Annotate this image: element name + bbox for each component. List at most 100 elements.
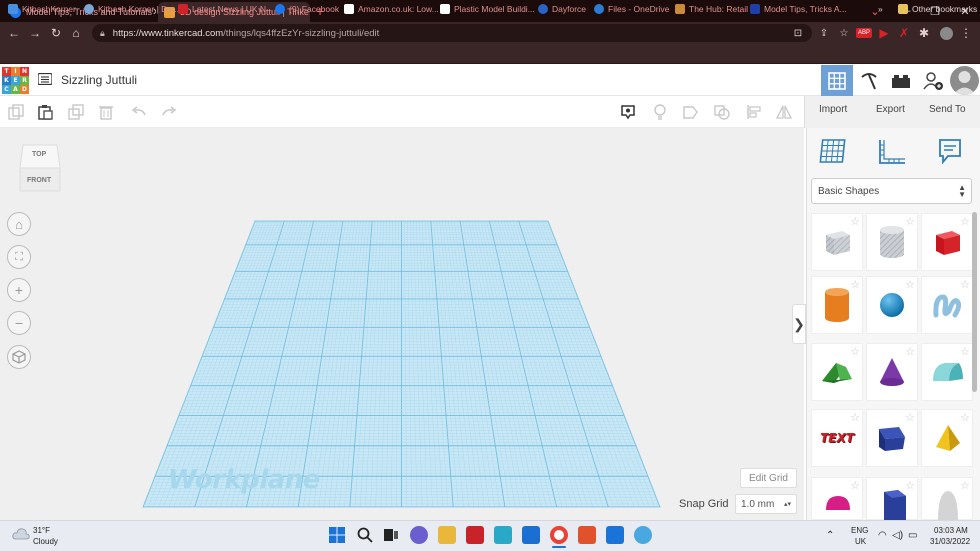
shape-pyramid[interactable]: ☆ — [921, 409, 973, 467]
favorite-star-icon[interactable]: ☆ — [960, 479, 970, 492]
undo-icon[interactable] — [131, 104, 147, 120]
import-button[interactable]: Import — [819, 104, 847, 115]
tab-search-icon[interactable]: ⌄ — [860, 0, 890, 22]
extension-icon[interactable]: ✗ — [896, 25, 912, 41]
workplane-tool-icon[interactable] — [819, 137, 847, 165]
align-icon[interactable] — [746, 104, 762, 120]
copy-icon[interactable] — [8, 104, 24, 120]
region-indicator[interactable]: UK — [855, 537, 866, 546]
blocks-button[interactable] — [853, 65, 885, 96]
favorite-star-icon[interactable]: ☆ — [850, 411, 860, 424]
bookmark-item[interactable]: Amazon.co.uk: Low... — [344, 4, 439, 14]
shape-box[interactable]: ☆ — [921, 213, 973, 271]
profile-avatar-icon[interactable] — [938, 25, 954, 41]
shape-cylinder-hole[interactable]: ☆ — [866, 213, 918, 271]
chrome-icon[interactable] — [550, 526, 568, 544]
3d-view-button[interactable] — [821, 65, 853, 96]
menu-icon[interactable]: ⋮ — [958, 25, 974, 41]
export-button[interactable]: Export — [876, 104, 905, 115]
duplicate-icon[interactable] — [68, 104, 84, 120]
delete-icon[interactable] — [98, 104, 114, 120]
more-bookmarks-icon[interactable]: » — [878, 4, 883, 14]
app-icon[interactable] — [634, 526, 652, 544]
bookmark-item[interactable]: Files - OneDrive — [594, 4, 669, 14]
url-input[interactable]: 🔒︎ https://www.tinkercad.com/things/lqs4… — [92, 24, 812, 42]
favorite-star-icon[interactable]: ☆ — [850, 345, 860, 358]
notes-tool-icon[interactable] — [938, 138, 962, 164]
view-cube-front[interactable]: FRONT — [27, 177, 51, 184]
windows-start-icon[interactable] — [328, 526, 346, 544]
snap-grid-select[interactable]: 1.0 mm ▴▾ — [735, 494, 797, 514]
mail-icon[interactable] — [522, 526, 540, 544]
favorite-star-icon[interactable]: ☆ — [960, 345, 970, 358]
bookmark-star-icon[interactable]: ☆ — [836, 25, 852, 41]
ruler-tool-icon[interactable] — [877, 138, 907, 166]
bookmark-item[interactable]: KitbashKorner — [8, 4, 76, 14]
fit-view-button[interactable]: ⛶ — [7, 245, 31, 269]
forward-icon[interactable]: → — [27, 25, 43, 41]
app-icon[interactable] — [606, 526, 624, 544]
tinkercad-logo[interactable]: TIN KER CAD — [2, 67, 29, 94]
clock-time[interactable]: 03:03 AM — [934, 526, 968, 535]
shape-scribble[interactable]: ☆ — [921, 276, 973, 334]
bookmark-item[interactable]: Kitbash Korner | De... — [84, 4, 179, 14]
view-cube-top[interactable]: TOP — [32, 151, 46, 158]
zoom-in-button[interactable]: + — [7, 278, 31, 302]
paste-icon[interactable] — [37, 104, 53, 120]
send-to-button[interactable]: Send To — [929, 104, 966, 115]
clock-date[interactable]: 31/03/2022 — [930, 537, 970, 546]
weather-text[interactable]: Cloudy — [33, 537, 58, 546]
teams-chat-icon[interactable] — [410, 526, 428, 544]
shape-cone[interactable]: ☆ — [866, 343, 918, 401]
file-explorer-icon[interactable] — [438, 526, 456, 544]
language-indicator[interactable]: ENG — [851, 526, 868, 535]
shape-half-sphere[interactable]: ☆ — [811, 477, 863, 520]
favorite-star-icon[interactable]: ☆ — [905, 278, 915, 291]
other-bookmarks[interactable]: Other bookmarks — [898, 4, 977, 14]
design-title[interactable]: Sizzling Juttuli — [61, 73, 137, 87]
show-all-icon[interactable] — [620, 104, 636, 120]
bookmark-item[interactable]: Latest News | UK N... — [178, 4, 273, 14]
view-cube[interactable]: TOP FRONT — [19, 144, 61, 192]
shape-polygon[interactable]: ☆ — [866, 477, 918, 521]
workplane-grid[interactable] — [0, 128, 804, 520]
shapes-scrollbar[interactable] — [972, 212, 977, 392]
weather-temp[interactable]: 31°F — [33, 526, 50, 535]
shape-category-select[interactable]: Basic Shapes ▲ ▼ — [811, 178, 972, 204]
back-icon[interactable]: ← — [6, 25, 22, 41]
shape-text[interactable]: ☆ TEXT — [811, 409, 863, 467]
bookmark-item[interactable]: (9) Facebook — [275, 4, 339, 14]
adblock-icon[interactable]: ABP — [856, 25, 873, 41]
share-icon[interactable]: ⇪ — [816, 25, 832, 41]
lightbulb-icon[interactable] — [652, 104, 668, 120]
redo-icon[interactable] — [161, 104, 177, 120]
bookmark-item[interactable]: Plastic Model Buildi... — [440, 4, 535, 14]
search-icon[interactable] — [356, 526, 374, 544]
collapse-panel-button[interactable]: ❯ — [792, 304, 806, 344]
perspective-button[interactable] — [7, 345, 31, 369]
mirror-icon[interactable] — [776, 104, 792, 120]
tray-overflow-icon[interactable]: ⌃ — [826, 530, 834, 541]
battery-icon[interactable]: ▭ — [908, 530, 917, 541]
shape-paraboloid[interactable]: ☆ — [921, 477, 973, 521]
extensions-puzzle-icon[interactable]: ✱ — [916, 25, 932, 41]
invite-user-button[interactable] — [917, 65, 949, 96]
bookmark-item[interactable]: The Hub: Retail — [675, 4, 748, 14]
shape-sphere[interactable]: ☆ — [866, 276, 918, 334]
wifi-icon[interactable]: ◠ — [878, 530, 887, 541]
user-avatar[interactable] — [950, 66, 979, 95]
task-view-icon[interactable] — [382, 526, 400, 544]
shape-round-roof[interactable]: ☆ — [921, 343, 973, 401]
extension-icon[interactable]: ▶ — [876, 25, 892, 41]
group-icon[interactable] — [683, 104, 699, 120]
zoom-out-button[interactable]: − — [7, 311, 31, 335]
office-icon[interactable] — [578, 526, 596, 544]
shape-box-hole[interactable]: ☆ — [811, 213, 863, 271]
app-icon[interactable] — [466, 526, 484, 544]
shape-wedge[interactable]: ☆ — [866, 409, 918, 467]
favorite-star-icon[interactable]: ☆ — [850, 479, 860, 492]
reload-icon[interactable]: ↻ — [48, 25, 64, 41]
edit-grid-button[interactable]: Edit Grid — [740, 468, 797, 488]
install-icon[interactable]: ⊡ — [790, 25, 806, 41]
volume-icon[interactable]: ◁) — [892, 530, 903, 541]
